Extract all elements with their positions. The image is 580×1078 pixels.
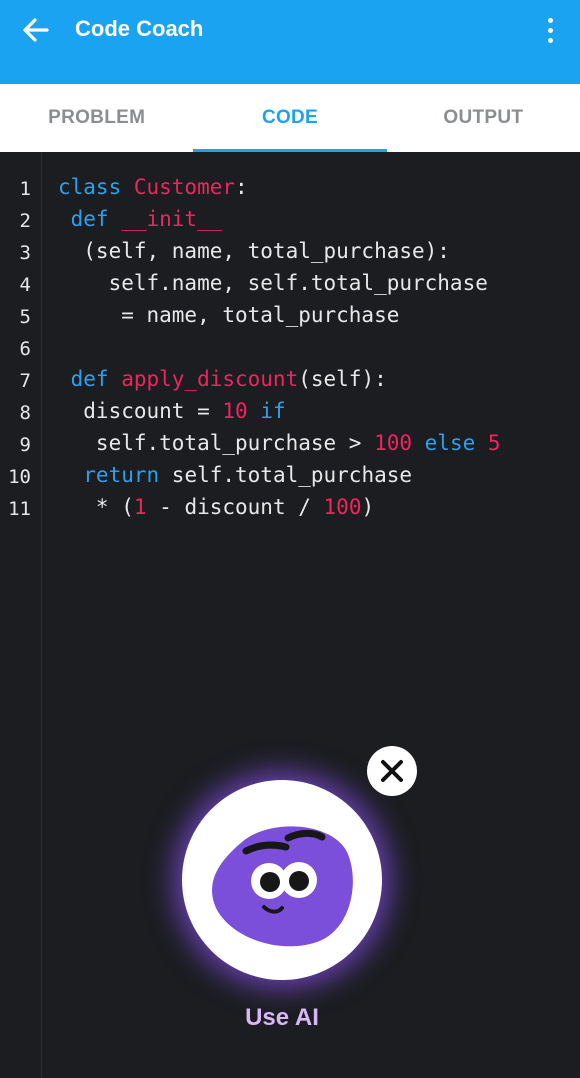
code-token: else <box>412 431 476 455</box>
code-line: def __init__ <box>58 207 223 231</box>
line-number: 6 <box>19 338 31 360</box>
code-token: def <box>58 367 122 391</box>
code-line: * (1 - discount / 100) <box>58 495 374 519</box>
line-number: 1 <box>19 178 31 200</box>
line-number: 11 <box>8 498 31 520</box>
code-token: discount = <box>58 399 223 423</box>
code-line: (self, name, total_purchase): <box>58 239 450 263</box>
code-line: def apply_discount(self): <box>58 367 387 391</box>
code-token: 100 <box>374 431 413 455</box>
code-token: (self): <box>298 367 387 391</box>
line-number: 5 <box>19 306 31 328</box>
line-number: 9 <box>19 434 31 456</box>
code-token: self.total_purchase <box>159 463 413 487</box>
code-token: = name, total_purchase <box>58 303 400 327</box>
code-token: 1 <box>133 495 147 519</box>
code-line: class Customer: <box>58 175 248 199</box>
back-button[interactable] <box>18 12 54 48</box>
code-token: return <box>58 463 160 487</box>
code-token: self.total_purchase > <box>58 431 375 455</box>
code-token: class <box>58 175 134 199</box>
code-token: 10 <box>222 399 248 423</box>
line-number: 2 <box>19 210 31 232</box>
use-ai-label: Use AI <box>245 1004 319 1031</box>
arrow-left-icon <box>23 18 49 42</box>
tab-output[interactable]: OUTPUT <box>387 84 580 152</box>
more-menu-button[interactable] <box>538 12 562 48</box>
code-token: (self, name, total_purchase): <box>58 239 450 263</box>
line-number: 3 <box>19 242 31 264</box>
code-token: apply_discount <box>121 367 299 391</box>
code-token: 100 <box>323 495 362 519</box>
code-token: __init__ <box>121 207 223 231</box>
code-line: return self.total_purchase <box>58 463 412 487</box>
line-number-gutter: 1 2 3 4 5 6 7 8 9 10 11 <box>0 152 42 1078</box>
ai-mascot-icon <box>212 826 353 947</box>
code-token: * ( <box>58 495 134 519</box>
tab-code[interactable]: CODE <box>193 84 387 152</box>
line-number: 10 <box>8 466 31 488</box>
code-token: 5 <box>487 431 501 455</box>
code-token: : <box>235 175 248 199</box>
code-token: self.name, self.total_purchase <box>58 271 488 295</box>
app-bar: Code Coach <box>0 0 580 84</box>
app-title: Code Coach <box>75 16 204 41</box>
close-icon <box>381 760 403 782</box>
code-line: self.name, self.total_purchase <box>58 271 488 295</box>
code-token: if <box>247 399 286 423</box>
code-token: Customer <box>133 175 236 199</box>
code-line: = name, total_purchase <box>58 303 399 327</box>
code-line: self.total_purchase > 100 else 5 <box>58 431 501 455</box>
line-number: 8 <box>19 402 31 424</box>
tab-problem[interactable]: PROBLEM <box>0 84 193 152</box>
code-token: ) <box>361 495 375 519</box>
code-line: discount = 10 if <box>58 399 286 423</box>
code-token: def <box>58 207 122 231</box>
code-token: - discount / <box>146 495 324 519</box>
line-number: 4 <box>19 274 31 296</box>
tab-bar: PROBLEM CODE OUTPUT <box>0 84 580 152</box>
use-ai-button[interactable] <box>182 780 382 980</box>
more-vertical-icon <box>547 17 553 23</box>
line-number: 7 <box>19 370 31 392</box>
